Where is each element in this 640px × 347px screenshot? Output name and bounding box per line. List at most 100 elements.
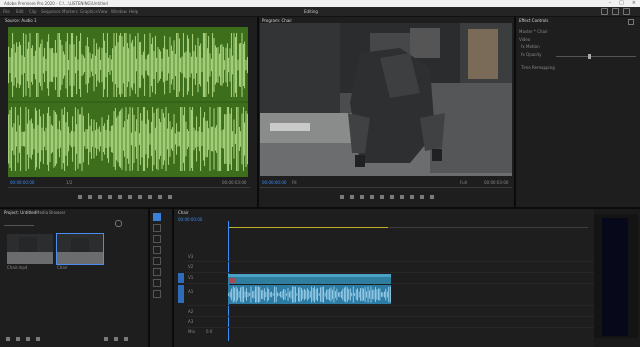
overwrite-icon[interactable] <box>158 195 162 199</box>
menu-edit[interactable]: Edit <box>16 7 24 16</box>
go-to-out-icon[interactable] <box>400 195 404 199</box>
project-item-label: Chair <box>57 265 68 270</box>
mark-in-icon[interactable] <box>340 195 344 199</box>
track-mix-label[interactable]: Mix <box>188 329 195 334</box>
source-zoom-select[interactable]: 1/2 <box>66 180 72 185</box>
menu-sequence[interactable]: Sequence <box>41 7 61 16</box>
icon-view-icon[interactable] <box>26 337 30 341</box>
source-controls: 00:00:00:00 1/2 00:00:03:00 <box>8 179 250 207</box>
program-time-ruler[interactable] <box>260 187 512 188</box>
menu-file[interactable]: File <box>3 7 10 16</box>
trash-icon[interactable] <box>124 337 128 341</box>
home-icon[interactable] <box>601 8 608 15</box>
video-clip[interactable] <box>228 274 391 284</box>
work-area-bar[interactable] <box>228 227 388 228</box>
media-browser-tab[interactable]: Media Browser <box>36 210 66 216</box>
hand-tool-icon[interactable] <box>153 279 161 287</box>
menu-clip[interactable]: Clip <box>29 7 37 16</box>
track-row-a3[interactable] <box>186 317 594 328</box>
track-select-tool-icon[interactable] <box>153 224 161 232</box>
slip-tool-icon[interactable] <box>153 257 161 265</box>
menu-window[interactable]: Window <box>111 7 127 16</box>
menu-markers[interactable]: Markers <box>62 7 78 16</box>
extract-icon[interactable] <box>420 195 424 199</box>
search-icon[interactable] <box>115 220 122 227</box>
source-monitor-tab[interactable]: Source: Audio 1 <box>5 18 37 24</box>
menu-view[interactable]: View <box>98 7 108 16</box>
export-frame-icon[interactable] <box>168 195 172 199</box>
window-controls: – □ × <box>609 0 636 7</box>
project-search-input[interactable] <box>4 221 34 226</box>
step-back-icon[interactable] <box>108 195 112 199</box>
workspace-title[interactable]: Editing <box>304 7 318 16</box>
lift-icon[interactable] <box>410 195 414 199</box>
play-icon[interactable] <box>118 195 122 199</box>
pen-tool-icon[interactable] <box>153 268 161 276</box>
track-row-a2[interactable] <box>186 306 594 317</box>
track-row-v3[interactable] <box>186 251 594 262</box>
program-quality-select[interactable]: Full <box>460 180 467 185</box>
ec-master-line: Master * Chair <box>519 29 548 34</box>
project-panel: Project: Untitled Media Browser Chair.mp… <box>0 209 148 347</box>
source-time-ruler[interactable] <box>8 187 250 188</box>
lock-icon[interactable] <box>6 337 10 341</box>
share-icon[interactable] <box>612 8 619 15</box>
mark-in-icon[interactable] <box>78 195 82 199</box>
video-frame-image <box>260 23 512 176</box>
project-footer <box>6 337 40 341</box>
menu-bar: File Edit Clip Sequence Markers Graphics… <box>0 7 640 17</box>
insert-icon[interactable] <box>148 195 152 199</box>
mark-out-icon[interactable] <box>350 195 354 199</box>
type-tool-icon[interactable] <box>153 290 161 298</box>
ec-motion-line[interactable]: fx Motion <box>521 44 540 49</box>
go-to-in-icon[interactable] <box>360 195 364 199</box>
timeline-timecode[interactable]: 00:00:00:00 <box>178 217 202 222</box>
source-waveform <box>8 27 248 177</box>
new-bin-icon[interactable] <box>104 337 108 341</box>
tools-panel <box>150 209 172 347</box>
new-item-icon[interactable] <box>114 337 118 341</box>
timeline-tab[interactable]: Chair <box>178 210 189 216</box>
audio-clip[interactable] <box>228 285 391 304</box>
search-icon[interactable] <box>623 8 630 15</box>
close-icon[interactable]: × <box>632 0 636 7</box>
panel-menu-icon[interactable] <box>628 19 634 25</box>
razor-tool-icon[interactable] <box>153 246 161 254</box>
go-to-in-icon[interactable] <box>98 195 102 199</box>
program-fit-select[interactable]: Fit <box>292 180 297 185</box>
go-to-out-icon[interactable] <box>138 195 142 199</box>
ripple-edit-tool-icon[interactable] <box>153 235 161 243</box>
step-back-icon[interactable] <box>370 195 374 199</box>
program-controls: 00:00:00:00 Fit Full 00:00:03:00 <box>260 179 512 207</box>
mark-out-icon[interactable] <box>88 195 92 199</box>
step-forward-icon[interactable] <box>390 195 394 199</box>
ec-opacity-line[interactable]: fx Opacity <box>521 52 541 57</box>
waveform-graphic <box>8 33 248 171</box>
ec-slider-track[interactable] <box>556 56 636 57</box>
export-frame-icon[interactable] <box>430 195 434 199</box>
minimize-icon[interactable]: – <box>609 0 612 7</box>
ec-video-header: Video <box>519 37 531 42</box>
menu-help[interactable]: Help <box>129 7 138 16</box>
menu-graphics[interactable]: Graphics <box>80 7 98 16</box>
project-item-thumb[interactable] <box>7 234 53 264</box>
project-item-thumb-selected[interactable] <box>56 233 104 265</box>
source-timecode-in[interactable]: 00:00:00:00 <box>10 180 34 185</box>
effect-controls-tab[interactable]: Effect Controls <box>519 18 548 24</box>
track-row-v2[interactable] <box>186 262 594 273</box>
project-tab[interactable]: Project: Untitled <box>4 210 36 216</box>
play-icon[interactable] <box>380 195 384 199</box>
step-forward-icon[interactable] <box>128 195 132 199</box>
list-view-icon[interactable] <box>16 337 20 341</box>
project-item-label: Chair.mp4 <box>7 265 28 270</box>
selection-tool-icon[interactable] <box>153 213 161 221</box>
ec-time-remap-line[interactable]: Time Remapping <box>521 65 555 70</box>
ec-slider-handle[interactable] <box>588 54 591 59</box>
freeform-view-icon[interactable] <box>36 337 40 341</box>
program-timecode-out: 00:00:03:00 <box>484 180 509 185</box>
program-timecode-in[interactable]: 00:00:00:00 <box>262 180 286 185</box>
track-target-a1[interactable] <box>178 285 184 303</box>
track-target-v1[interactable] <box>178 273 184 283</box>
master-volume-value[interactable]: 0.0 <box>206 329 212 334</box>
maximize-icon[interactable]: □ <box>619 0 624 7</box>
